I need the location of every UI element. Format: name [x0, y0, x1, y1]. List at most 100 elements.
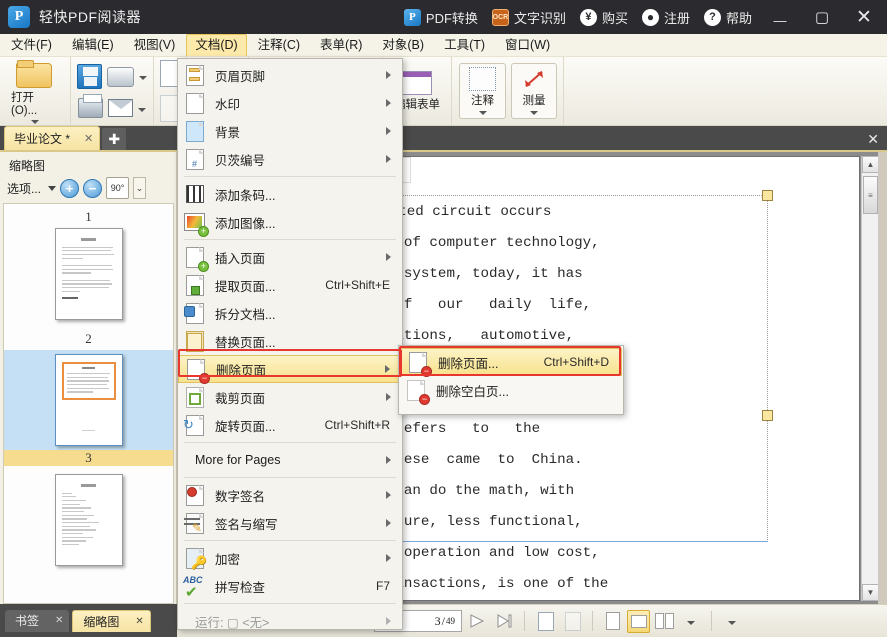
chevron-down-icon[interactable]: [530, 111, 538, 115]
thumbnail-list[interactable]: 1 2 3: [3, 203, 174, 604]
menu-item-replace-page[interactable]: 替换页面...: [178, 327, 402, 355]
menu-item-encrypt[interactable]: 🔑 加密: [178, 544, 402, 572]
document-dropdown-menu[interactable]: 页眉页脚 水印 背景 # 贝茨编号 添加条码... + 添加图像... + 插入…: [177, 58, 403, 630]
more-view-options-button[interactable]: [720, 610, 744, 632]
chevron-down-icon[interactable]: [138, 107, 146, 112]
menu-item-more-for-pages[interactable]: More for Pages: [178, 446, 402, 474]
thumbnail-item[interactable]: 1: [4, 204, 173, 320]
menu-item-background[interactable]: 背景: [178, 117, 402, 145]
new-tab-button[interactable]: ✚: [102, 128, 127, 150]
menu-tools[interactable]: 工具(T): [435, 35, 494, 56]
close-icon[interactable]: ✕: [84, 132, 93, 145]
menu-item-insert-page[interactable]: + 插入页面: [178, 243, 402, 272]
last-page-button[interactable]: [492, 610, 516, 632]
menu-item-header-footer[interactable]: 页眉页脚: [178, 61, 402, 89]
scroll-down-button[interactable]: ▼: [862, 584, 879, 601]
submenu-item-delete-blank-pages[interactable]: − 删除空白页...: [399, 376, 623, 405]
menu-item-label: 贝茨编号: [215, 153, 266, 168]
measure-button[interactable]: 测量: [511, 63, 557, 119]
help-button[interactable]: ? 帮助: [697, 0, 759, 34]
next-view-button[interactable]: [560, 610, 584, 632]
preview-line: [61, 253, 114, 256]
menu-view[interactable]: 视图(V): [125, 35, 185, 56]
current-page-value: 3: [434, 613, 441, 628]
menu-item-delete-page[interactable]: − 删除页面: [178, 355, 402, 384]
close-button[interactable]: ✕: [843, 0, 885, 34]
pdf-convert-button[interactable]: P PDF转换: [397, 0, 485, 34]
chevron-down-icon[interactable]: [139, 76, 147, 80]
continuous-view-button[interactable]: [627, 609, 650, 633]
tab-thumbnails[interactable]: 缩略图 ✕: [72, 609, 151, 632]
thumbnail-zoom-in-button[interactable]: +: [60, 178, 80, 198]
menu-item-crop-page[interactable]: 裁剪页面: [178, 383, 402, 411]
email-icon[interactable]: [108, 99, 133, 117]
measure-label: 测量: [522, 95, 546, 107]
menu-item-watermark[interactable]: 水印: [178, 89, 402, 117]
menu-window[interactable]: 窗口(W): [496, 35, 559, 56]
document-vertical-scrollbar[interactable]: ▲ ≡ ▼: [861, 156, 879, 601]
menu-item-bates-number[interactable]: # 贝茨编号: [178, 145, 402, 173]
close-all-tabs-icon[interactable]: ✕: [867, 131, 887, 150]
thumbnail-item-selected[interactable]: 2 3: [4, 326, 173, 466]
two-page-view-button[interactable]: [653, 610, 676, 633]
annotate-button[interactable]: 注释: [459, 63, 506, 119]
menu-item-spellcheck[interactable]: ABC ✔ 拼写检查 F7: [178, 572, 402, 601]
document-tab-label: 毕业论文 *: [14, 132, 71, 146]
menu-form[interactable]: 表单(R): [311, 35, 371, 56]
page-preview[interactable]: [54, 228, 123, 320]
submenu-item-shortcut: Ctrl+Shift+D: [543, 355, 609, 369]
tab-bookmarks[interactable]: 书签 ✕: [5, 609, 70, 632]
delete-page-submenu[interactable]: − 删除页面... Ctrl+Shift+D − 删除空白页...: [398, 345, 624, 415]
register-button[interactable]: ● 注册: [635, 0, 697, 34]
panel-vertical-scrollbar[interactable]: [878, 152, 887, 604]
menu-edit[interactable]: 编辑(E): [63, 35, 123, 56]
save-icon[interactable]: [77, 64, 102, 89]
prev-view-button[interactable]: [533, 610, 557, 632]
menu-item-extract-page[interactable]: 提取页面... Ctrl+Shift+E: [178, 271, 402, 299]
menu-item-add-image[interactable]: + 添加图像...: [178, 208, 402, 237]
maximize-button[interactable]: ▢: [801, 0, 843, 34]
panel-more-button[interactable]: ⌄: [133, 177, 147, 199]
close-icon[interactable]: ✕: [135, 616, 143, 627]
ocr-button[interactable]: OCR 文字识别: [485, 0, 573, 34]
menu-document[interactable]: 文档(D): [186, 34, 247, 56]
page-preview[interactable]: [54, 354, 123, 446]
thumbnail-item[interactable]: [4, 474, 173, 566]
chevron-down-icon[interactable]: [478, 111, 487, 115]
document-tab[interactable]: 毕业论文 * ✕: [4, 126, 101, 150]
menu-object[interactable]: 对象(B): [373, 35, 433, 56]
submenu-item-delete-pages[interactable]: − 删除页面... Ctrl+Shift+D: [400, 348, 622, 377]
page-preview[interactable]: [54, 474, 123, 566]
open-button[interactable]: 打开(O)...: [6, 57, 64, 126]
menu-item-signature-initials[interactable]: ✎ 签名与缩写: [178, 509, 402, 537]
scrollbar-thumb[interactable]: ≡: [863, 176, 878, 214]
rotate-pages-button[interactable]: 90°: [106, 177, 130, 199]
digital-signature-icon: [183, 484, 206, 507]
options-label: 选项...: [7, 181, 42, 196]
menu-item-run-action[interactable]: 运行: ▢ <无>: [178, 607, 402, 635]
preview-line: [61, 268, 114, 270]
menu-item-add-barcode[interactable]: 添加条码...: [178, 180, 402, 208]
close-icon[interactable]: ✕: [55, 615, 63, 626]
menu-item-label: 水印: [215, 97, 241, 112]
menu-item-split-document[interactable]: 拆分文档...: [178, 299, 402, 327]
next-page-button[interactable]: [465, 610, 489, 632]
menu-item-digital-signature[interactable]: 数字签名: [178, 481, 402, 509]
preview-line: [61, 283, 113, 285]
edit-form-icon: [402, 70, 432, 95]
view-mode-dropdown[interactable]: [679, 610, 703, 632]
thumbnail-zoom-out-button[interactable]: −: [83, 178, 103, 198]
chevron-right-icon: [386, 127, 391, 135]
print-icon[interactable]: [78, 94, 103, 118]
scroll-up-button[interactable]: ▲: [862, 156, 879, 173]
single-page-view-button[interactable]: [601, 610, 624, 633]
preview-line: [61, 529, 97, 531]
scanner-icon[interactable]: [107, 66, 134, 87]
menu-comment[interactable]: 注释(C): [249, 35, 309, 56]
options-button[interactable]: 选项...: [7, 180, 57, 197]
minimize-button[interactable]: —: [759, 0, 801, 34]
menu-file[interactable]: 文件(F): [2, 35, 61, 56]
menu-item-rotate-page[interactable]: ↻ 旋转页面... Ctrl+Shift+R: [178, 411, 402, 439]
header-footer-icon: [183, 64, 206, 87]
buy-button[interactable]: ¥ 购买: [573, 0, 635, 34]
